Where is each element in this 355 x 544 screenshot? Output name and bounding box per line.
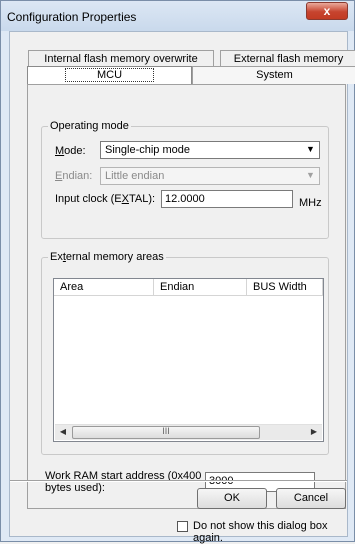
dialog-window: Configuration Properties x Internal flas… [0, 0, 355, 544]
scroll-thumb[interactable]: III [72, 426, 260, 439]
title-bar[interactable]: Configuration Properties x [1, 1, 354, 31]
tab-mcu[interactable]: MCU [27, 66, 192, 84]
endian-label: Endian: [55, 170, 93, 182]
external-memory-legend: External memory areas [48, 251, 166, 263]
chevron-down-icon[interactable]: ▼ [303, 143, 318, 157]
column-header-bus-width[interactable]: BUS Width [247, 279, 323, 296]
operating-mode-legend: Operating mode [48, 120, 131, 132]
operating-mode-group: Operating mode Mode: Single-chip mode ▼ … [41, 120, 329, 239]
tab-system[interactable]: System [192, 66, 355, 84]
scroll-left-icon[interactable]: ◀ [55, 425, 71, 440]
mode-value: Single-chip mode [105, 144, 190, 156]
window-title: Configuration Properties [7, 10, 137, 24]
tab-panel-mcu: Operating mode Mode: Single-chip mode ▼ … [27, 84, 346, 509]
input-clock-label: Input clock (EXTAL): [55, 193, 156, 205]
external-memory-areas-group: External memory areas Area Endian BUS Wi… [41, 251, 329, 455]
tab-label: System [256, 69, 293, 81]
scroll-right-icon[interactable]: ▶ [306, 425, 322, 440]
tab-label: Internal flash memory overwrite [44, 53, 198, 65]
chevron-down-icon[interactable]: ▼ [303, 169, 318, 183]
separator [10, 480, 347, 482]
ok-button[interactable]: OK [197, 488, 267, 509]
work-ram-label: Work RAM start address (0x400 bytes used… [45, 470, 202, 494]
input-clock-field[interactable]: 12.0000 [161, 190, 293, 208]
cancel-button[interactable]: Cancel [276, 488, 346, 509]
memory-areas-list[interactable]: Area Endian BUS Width ◀ III ▶ [53, 278, 324, 442]
column-header-area[interactable]: Area [54, 279, 154, 296]
endian-value: Little endian [105, 170, 165, 182]
tab-label: External flash memory [233, 53, 344, 65]
tab-label: MCU [64, 68, 155, 82]
clock-unit-label: MHz [299, 197, 322, 209]
close-icon: x [323, 4, 331, 18]
dialog-client: Internal flash memory overwrite External… [9, 31, 355, 544]
dont-show-again-label: Do not show this dialog box again. [193, 520, 328, 544]
column-header-endian[interactable]: Endian [154, 279, 247, 296]
dont-show-again-checkbox[interactable] [177, 521, 188, 532]
mode-label: Mode: [55, 145, 86, 157]
endian-select[interactable]: Little endian ▼ [100, 167, 320, 185]
close-button[interactable]: x [306, 2, 348, 20]
mode-select[interactable]: Single-chip mode ▼ [100, 141, 320, 159]
horizontal-scrollbar[interactable]: ◀ III ▶ [55, 424, 322, 440]
